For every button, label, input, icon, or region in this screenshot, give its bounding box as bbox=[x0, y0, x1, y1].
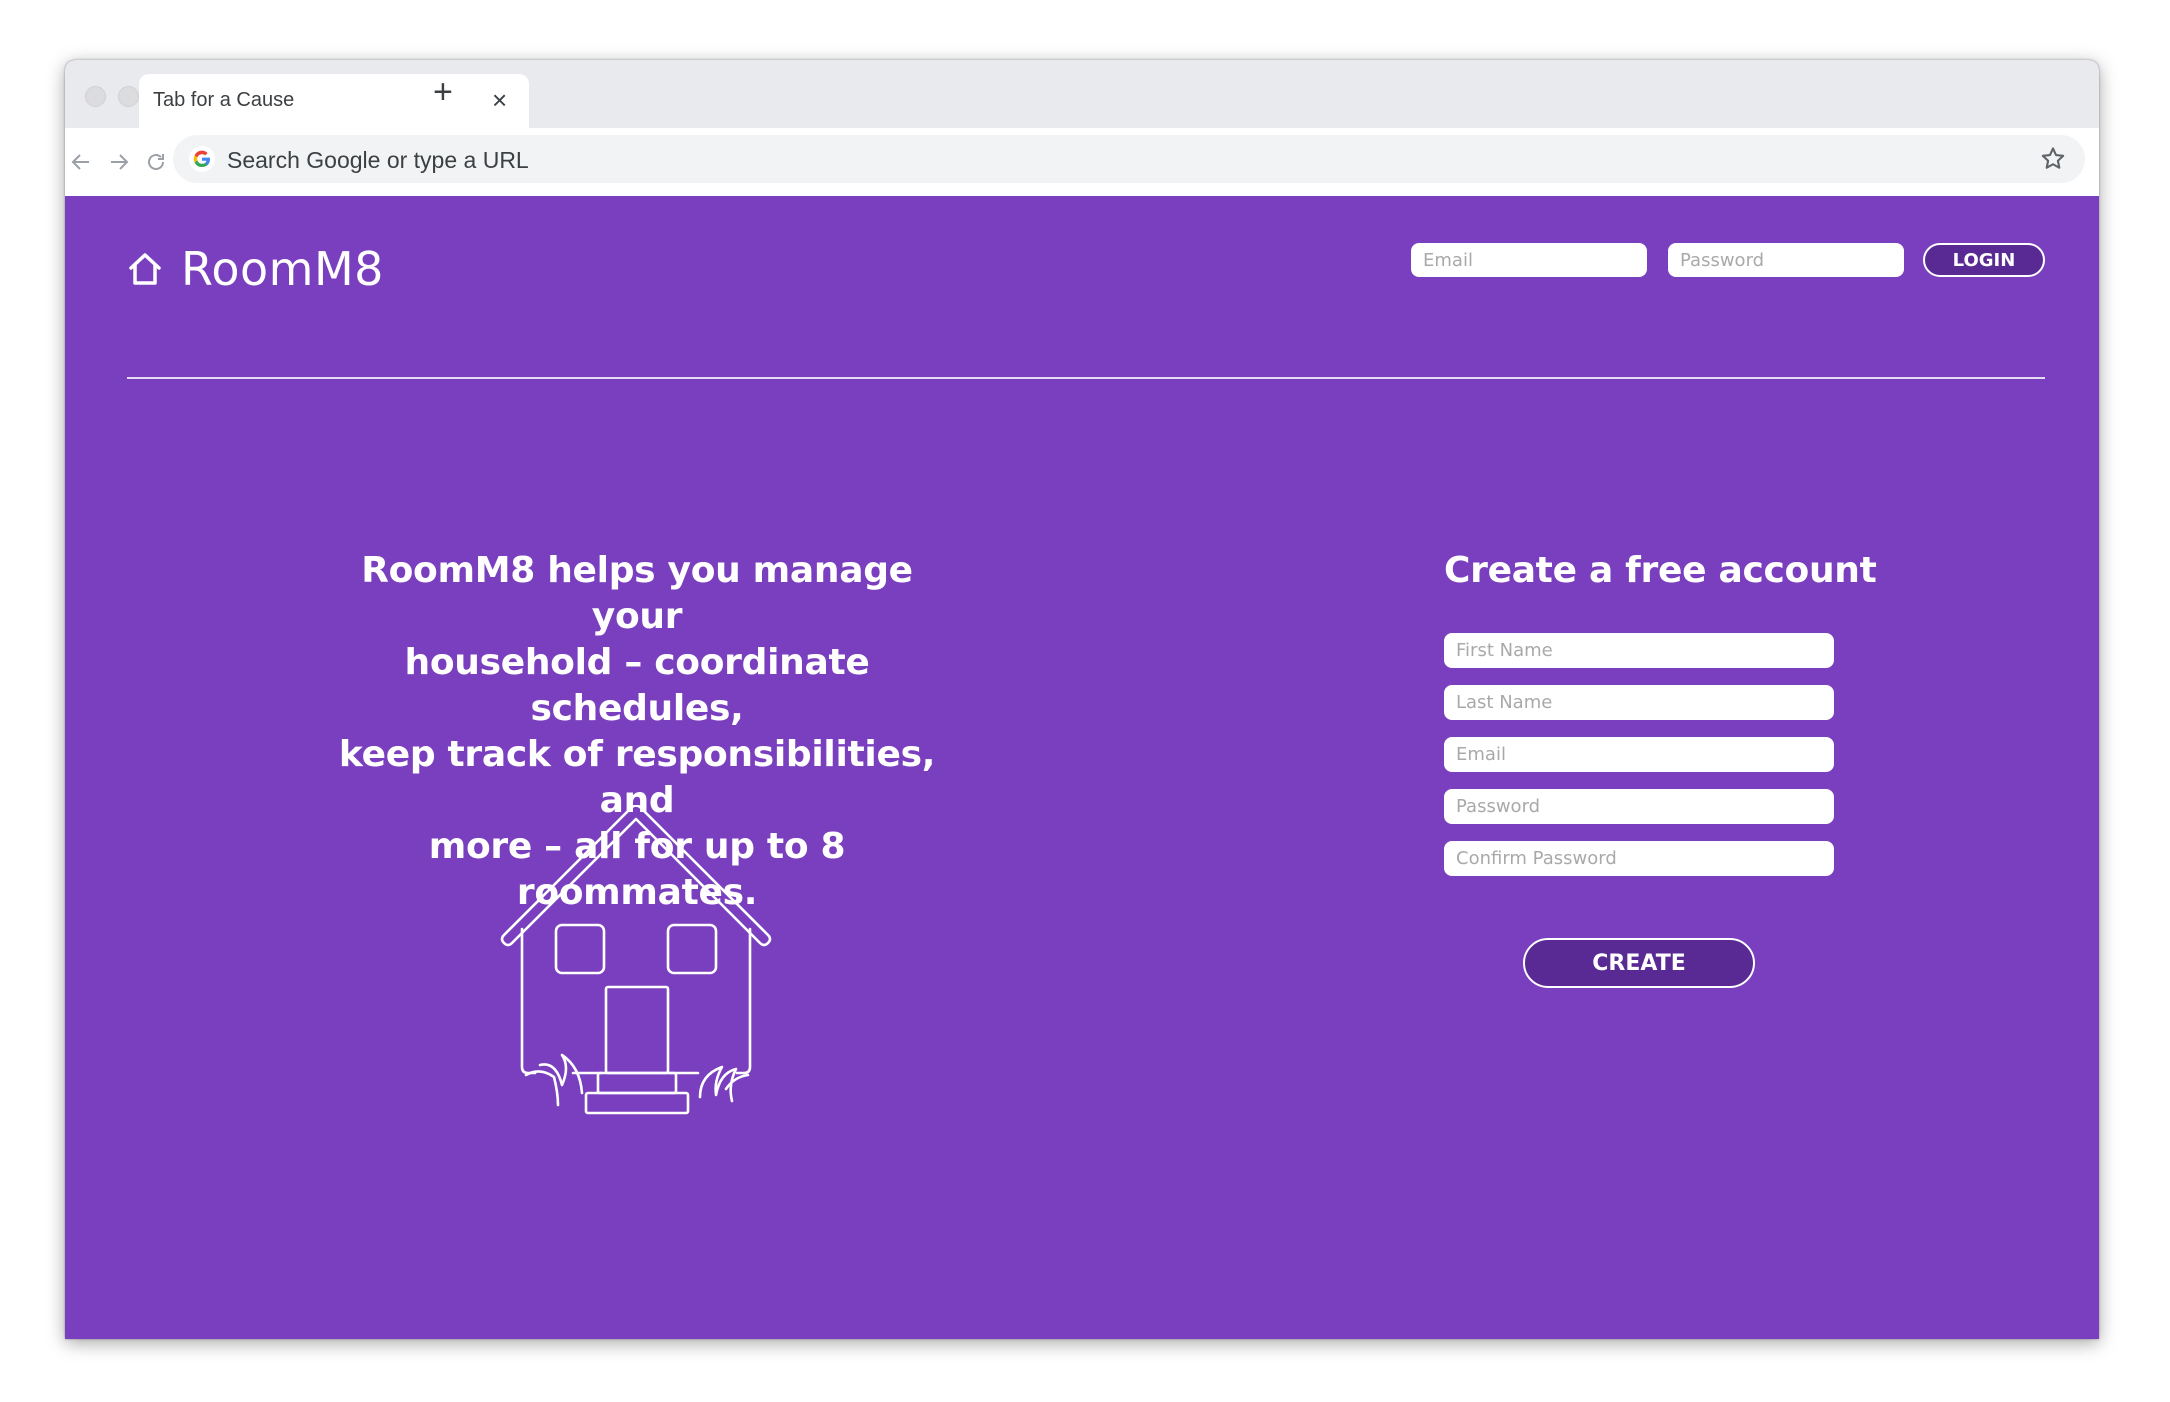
house-door bbox=[604, 985, 670, 1075]
login-email-input[interactable] bbox=[1411, 243, 1647, 277]
confirm-password-input[interactable] bbox=[1444, 841, 1834, 876]
house-icon bbox=[127, 251, 163, 287]
window-close-dot[interactable] bbox=[85, 86, 106, 107]
header-divider bbox=[127, 377, 2045, 379]
arrow-left-icon[interactable] bbox=[65, 144, 99, 180]
omnibox[interactable]: Search Google or type a URL bbox=[173, 135, 2085, 183]
tagline-line: RoomM8 helps you manage your bbox=[361, 550, 913, 637]
signup-title: Create a free account bbox=[1444, 550, 1877, 591]
create-account-button[interactable]: CREATE bbox=[1523, 938, 1755, 988]
house-step-top bbox=[596, 1071, 678, 1095]
arrow-right-icon[interactable] bbox=[101, 144, 137, 180]
browser-tab[interactable]: Tab for a Cause × bbox=[139, 74, 529, 128]
window-minimize-dot[interactable] bbox=[118, 86, 139, 107]
last-name-input[interactable] bbox=[1444, 685, 1834, 720]
login-password-input[interactable] bbox=[1668, 243, 1904, 277]
plus-icon[interactable]: + bbox=[433, 75, 453, 109]
brand-name: RoomM8 bbox=[181, 242, 384, 296]
signup-password-input[interactable] bbox=[1444, 789, 1834, 824]
house-window-right bbox=[666, 923, 718, 975]
browser-toolbar: Search Google or type a URL bbox=[65, 128, 2099, 196]
house-window-left bbox=[554, 923, 606, 975]
house-illustration bbox=[500, 805, 772, 1115]
reload-icon[interactable] bbox=[138, 144, 174, 180]
close-icon[interactable]: × bbox=[492, 87, 507, 113]
star-icon[interactable] bbox=[2039, 145, 2067, 173]
house-step-bottom bbox=[584, 1091, 690, 1115]
page-content: RoomM8 LOGIN RoomM8 helps you manage you… bbox=[65, 196, 2099, 1339]
signup-email-input[interactable] bbox=[1444, 737, 1834, 772]
first-name-input[interactable] bbox=[1444, 633, 1834, 668]
grass-left bbox=[524, 1053, 584, 1107]
login-button[interactable]: LOGIN bbox=[1923, 243, 2045, 277]
brand-logo[interactable]: RoomM8 bbox=[127, 242, 384, 296]
house-roof bbox=[500, 805, 772, 947]
omnibox-placeholder: Search Google or type a URL bbox=[227, 147, 529, 173]
google-icon bbox=[189, 146, 215, 172]
tagline-line: household – coordinate schedules, bbox=[404, 642, 870, 729]
tab-bar: Tab for a Cause × + bbox=[65, 60, 2099, 128]
tab-title: Tab for a Cause bbox=[153, 89, 295, 111]
browser-window: Tab for a Cause × + Search Google or typ… bbox=[65, 60, 2099, 1339]
